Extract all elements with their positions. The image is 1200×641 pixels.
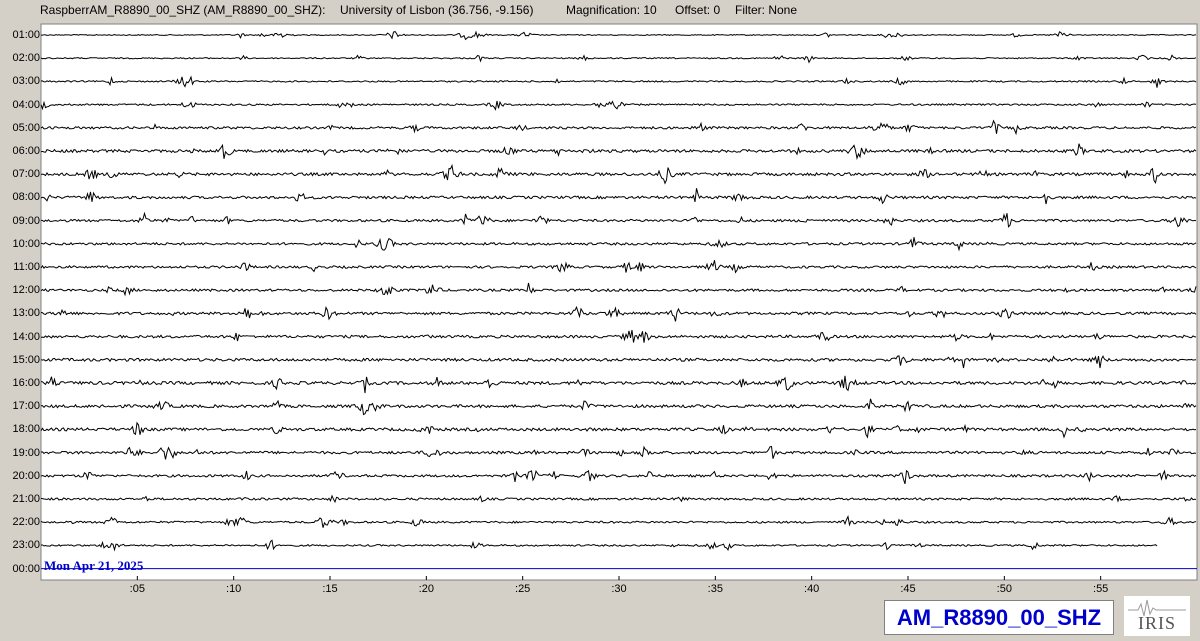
row-label: 09:00 <box>12 214 40 227</box>
iris-logo: IRIS <box>1124 596 1190 636</box>
station-code-label: AM_R8890_00_SHZ <box>884 600 1114 635</box>
x-tick-label: :10 <box>226 583 242 595</box>
row-label: 13:00 <box>12 307 40 320</box>
row-label: 21:00 <box>12 493 40 505</box>
x-tick-label: :25 <box>515 583 531 595</box>
x-tick-label: :30 <box>611 583 627 595</box>
x-tick-label: :35 <box>707 583 723 595</box>
x-tick-label: :15 <box>322 583 338 595</box>
row-label: 07:00 <box>12 168 40 181</box>
row-label: 10:00 <box>12 237 40 250</box>
x-tick-label: :05 <box>129 583 145 595</box>
x-tick-label: :50 <box>996 583 1012 595</box>
date-label: Mon Apr 21, 2025 <box>44 558 144 573</box>
row-label: 01:00 <box>12 29 40 41</box>
row-label: 06:00 <box>12 145 40 157</box>
row-label: 03:00 <box>12 75 40 88</box>
row-label: 08:00 <box>12 191 40 204</box>
row-label: 17:00 <box>12 400 40 413</box>
row-label: 00:00 <box>12 562 40 575</box>
logo-text: IRIS <box>1137 613 1176 633</box>
row-label: 04:00 <box>12 98 40 111</box>
x-tick-label: :20 <box>418 583 434 595</box>
x-tick-label: :45 <box>900 583 916 595</box>
row-label: 20:00 <box>12 469 40 482</box>
row-label: 16:00 <box>12 377 40 389</box>
helicorder-plot <box>40 23 1198 581</box>
row-label: 18:00 <box>12 423 40 436</box>
row-label: 19:00 <box>12 446 40 459</box>
row-label: 02:00 <box>12 52 40 65</box>
plot-background <box>40 23 1198 581</box>
row-label: 22:00 <box>12 516 40 529</box>
row-label: 15:00 <box>12 353 40 366</box>
row-label: 14:00 <box>12 330 40 343</box>
x-tick-label: :55 <box>1093 583 1109 595</box>
row-label: 05:00 <box>12 121 40 134</box>
x-tick-label: :40 <box>804 583 820 595</box>
row-label: 11:00 <box>13 261 40 273</box>
row-label: 23:00 <box>12 539 40 552</box>
row-label: 12:00 <box>12 284 40 297</box>
